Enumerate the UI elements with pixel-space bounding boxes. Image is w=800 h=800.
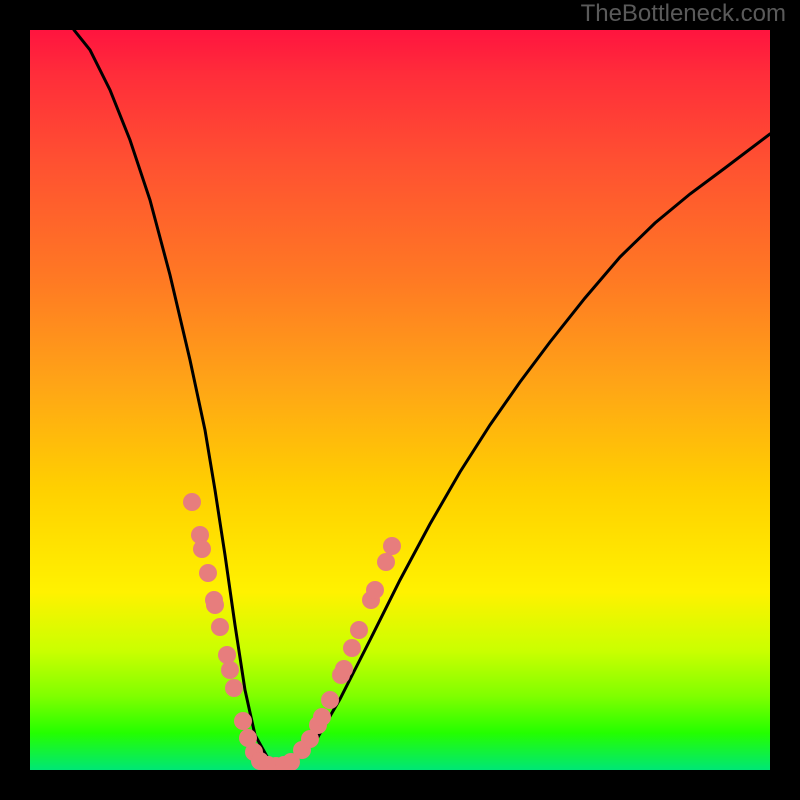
highlight-dots (183, 493, 401, 770)
highlight-dot (221, 661, 239, 679)
curve-svg (30, 30, 770, 770)
highlight-dot (206, 596, 224, 614)
highlight-dot (313, 708, 331, 726)
highlight-dot (218, 646, 236, 664)
main-curve (74, 30, 770, 764)
highlight-dot (225, 679, 243, 697)
highlight-dot (183, 493, 201, 511)
highlight-dot (321, 691, 339, 709)
highlight-dot (234, 712, 252, 730)
watermark-text: TheBottleneck.com (581, 0, 786, 28)
highlight-dot (211, 618, 229, 636)
highlight-dot (377, 553, 395, 571)
plot-area (30, 30, 770, 770)
chart-frame: TheBottleneck.com (0, 0, 800, 800)
highlight-dot (193, 540, 211, 558)
highlight-dot (350, 621, 368, 639)
highlight-dot (366, 581, 384, 599)
highlight-dot (199, 564, 217, 582)
highlight-dot (383, 537, 401, 555)
highlight-dot (335, 660, 353, 678)
highlight-dot (343, 639, 361, 657)
